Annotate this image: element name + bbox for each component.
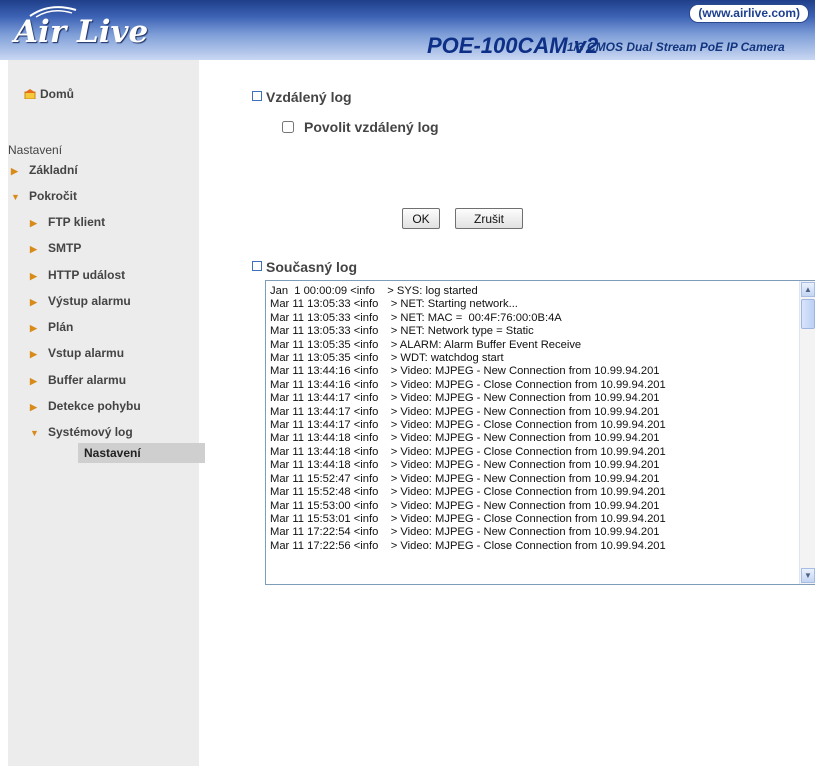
log-line: Jan 1 00:00:09 <info > SYS: log started xyxy=(270,285,478,297)
sidebar-item-label: Výstup alarmu xyxy=(48,294,131,308)
log-line: Mar 11 15:53:00 <info > Video: MJPEG - N… xyxy=(270,499,660,512)
sidebar-home-link[interactable]: Domů xyxy=(24,87,74,101)
sidebar-item-vstup-alarmu[interactable]: ▶ Vstup alarmu xyxy=(30,346,124,360)
log-line: Mar 11 13:44:18 <info > Video: MJPEG - N… xyxy=(270,459,660,472)
brand-logo: Air Live xyxy=(14,14,149,50)
arrow-right-icon: ▶ xyxy=(30,297,37,307)
enable-remote-log-checkbox[interactable] xyxy=(282,121,294,133)
sidebar-item-label: Buffer alarmu xyxy=(48,373,127,387)
scroll-thumb[interactable] xyxy=(801,299,815,329)
log-line: Mar 11 13:05:33 <info > NET: MAC = 00:4F… xyxy=(270,311,562,324)
arrow-right-icon: ▶ xyxy=(30,271,37,281)
home-label: Domů xyxy=(40,87,74,101)
header-banner: Air Live (www.airlive.com) POE-100CAM v2… xyxy=(0,0,815,60)
log-lines: Jan 1 00:00:09 <info > SYS: log started M… xyxy=(270,285,666,553)
log-line: Mar 11 17:22:54 <info > Video: MJPEG - N… xyxy=(270,526,660,539)
product-tagline: 1/3 CMOS Dual Stream PoE IP Camera xyxy=(567,40,785,54)
square-bullet-icon xyxy=(252,261,262,271)
sidebar-item-label: FTP klient xyxy=(48,215,106,229)
sidebar-item-pokrocit[interactable]: ▼ Pokročit xyxy=(11,189,77,203)
sidebar-item-label: Detekce pohybu xyxy=(48,399,141,413)
scroll-up-icon[interactable]: ▲ xyxy=(801,282,815,297)
sidebar: Domů Nastavení ▶ Základní ▼ Pokročit ▶ FTP … xyxy=(8,60,205,766)
log-line: Mar 11 13:44:17 <info > Video: MJPEG - N… xyxy=(270,392,660,405)
ok-button[interactable]: OK xyxy=(402,208,440,229)
sidebar-item-label: Vstup alarmu xyxy=(48,346,125,360)
log-line: Mar 11 15:52:47 <info > Video: MJPEG - N… xyxy=(270,472,660,485)
log-textarea[interactable]: Jan 1 00:00:09 <info > SYS: log started M… xyxy=(265,280,815,585)
enable-remote-log-label: Povolit vzdálený log xyxy=(304,119,439,135)
log-line: Mar 11 15:53:01 <info > Video: MJPEG - C… xyxy=(270,512,666,525)
sidebar-item-label: Pokročit xyxy=(29,189,78,203)
log-line: Mar 11 13:44:17 <info > Video: MJPEG - N… xyxy=(270,405,660,418)
sidebar-item-nastaveni[interactable]: Nastavení xyxy=(78,443,205,463)
sidebar-item-label: Plán xyxy=(48,320,74,334)
log-line: Mar 11 13:05:35 <info > ALARM: Alarm Buf… xyxy=(270,338,582,351)
current-log-title: Současný log xyxy=(252,259,357,275)
arrow-down-icon: ▼ xyxy=(30,428,39,438)
log-line: Mar 11 13:44:16 <info > Video: MJPEG - N… xyxy=(270,365,660,378)
sidebar-item-vystup-alarmu[interactable]: ▶ Výstup alarmu xyxy=(30,294,131,308)
home-icon xyxy=(24,89,36,99)
sidebar-item-label: Základní xyxy=(29,163,78,177)
square-bullet-icon xyxy=(252,91,262,101)
enable-remote-log[interactable]: Povolit vzdálený log xyxy=(282,119,439,135)
log-scrollbar[interactable]: ▲ ▼ xyxy=(799,281,815,584)
arrow-right-icon: ▶ xyxy=(30,402,37,412)
arrow-down-icon: ▼ xyxy=(11,192,20,202)
log-line: Mar 11 13:44:18 <info > Video: MJPEG - N… xyxy=(270,432,660,445)
log-line: Mar 11 17:22:56 <info > Video: MJPEG - C… xyxy=(270,539,666,552)
arrow-right-icon: ▶ xyxy=(30,376,37,386)
arrow-right-icon: ▶ xyxy=(30,218,37,228)
cancel-button[interactable]: Zrušit xyxy=(455,208,523,229)
sidebar-item-zakladni[interactable]: ▶ Základní xyxy=(11,163,78,177)
sidebar-item-label: Systémový log xyxy=(48,425,133,439)
sidebar-item-smtp[interactable]: ▶ SMTP xyxy=(30,241,81,255)
log-line: Mar 11 13:44:17 <info > Video: MJPEG - C… xyxy=(270,419,666,432)
sidebar-item-detekce-pohybu[interactable]: ▶ Detekce pohybu xyxy=(30,399,141,413)
remote-log-title: Vzdálený log xyxy=(252,89,352,105)
current-log-title-text: Současný log xyxy=(266,259,358,275)
log-line: Mar 11 13:44:18 <info > Video: MJPEG - C… xyxy=(270,445,666,458)
sidebar-item-label: Nastavení xyxy=(84,446,141,460)
sidebar-item-label: SMTP xyxy=(48,241,82,255)
log-line: Mar 11 13:05:35 <info > WDT: watchdog st… xyxy=(270,352,504,365)
sidebar-item-systemovy-log[interactable]: ▼ Systémový log xyxy=(30,425,133,439)
sidebar-item-buffer-alarmu[interactable]: ▶ Buffer alarmu xyxy=(30,373,126,387)
remote-log-title-text: Vzdálený log xyxy=(266,89,352,105)
arrow-right-icon: ▶ xyxy=(11,166,18,176)
arrow-right-icon: ▶ xyxy=(30,323,37,333)
log-line: Mar 11 13:44:16 <info > Video: MJPEG - C… xyxy=(270,378,666,391)
log-line: Mar 11 13:05:33 <info > NET: Network typ… xyxy=(270,325,534,338)
website-link[interactable]: (www.airlive.com) xyxy=(689,4,809,23)
scroll-down-icon[interactable]: ▼ xyxy=(801,568,815,583)
sidebar-item-ftp-klient[interactable]: ▶ FTP klient xyxy=(30,215,105,229)
log-line: Mar 11 15:52:48 <info > Video: MJPEG - C… xyxy=(270,486,666,499)
sidebar-item-http-udalost[interactable]: ▶ HTTP událost xyxy=(30,268,125,282)
log-line: Mar 11 13:05:33 <info > NET: Starting ne… xyxy=(270,298,518,311)
sidebar-item-plan[interactable]: ▶ Plán xyxy=(30,320,73,334)
arrow-right-icon: ▶ xyxy=(30,349,37,359)
settings-section-title: Nastavení xyxy=(8,143,63,157)
arrow-right-icon: ▶ xyxy=(30,244,37,254)
sidebar-item-label: HTTP událost xyxy=(48,268,126,282)
